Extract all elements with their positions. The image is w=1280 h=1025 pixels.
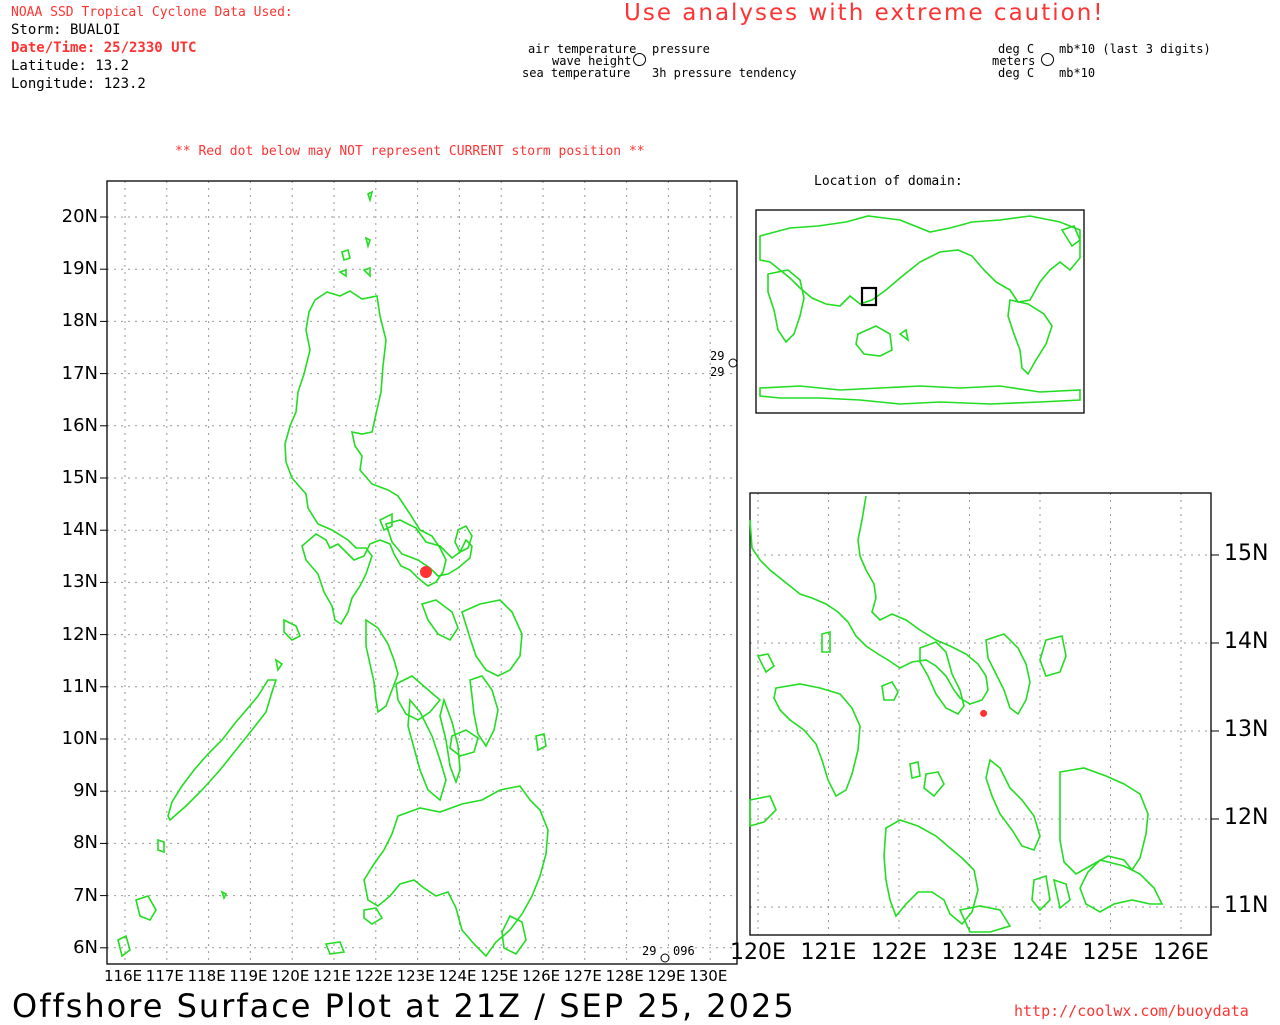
latitude-label: 18N xyxy=(61,310,98,332)
zoom-longitude-label: 120E xyxy=(730,940,786,965)
zoom-longitude-label: 124E xyxy=(1012,940,1068,965)
latitude-label: 10N xyxy=(61,728,98,749)
station-observation-south xyxy=(660,953,670,963)
zoom-latitude-label: 11N xyxy=(1224,893,1269,918)
zoom-latitude-label: 15N xyxy=(1224,541,1269,566)
zoom-longitude-label: 126E xyxy=(1153,940,1209,965)
plot-title: Offshore Surface Plot at 21Z / SEP 25, 2… xyxy=(12,987,796,1025)
latitude-label: 11N xyxy=(61,675,98,697)
obs-east-air-temp: 29 xyxy=(710,349,725,363)
world-map-frame xyxy=(755,209,1085,414)
latitude-label: 19N xyxy=(61,258,98,280)
location-map-title: Location of domain: xyxy=(814,174,963,189)
longitude-label: 124E xyxy=(438,967,477,985)
obs-east-sea-temp: 29 xyxy=(710,365,725,379)
philippines-coastline xyxy=(117,190,549,958)
latitude-label: 6N xyxy=(73,936,98,958)
longitude-label: 127E xyxy=(563,967,602,985)
zoom-longitude-label: 125E xyxy=(1082,940,1139,965)
zoom-longitude-label: 122E xyxy=(871,940,927,965)
zoom-latitude-label: 13N xyxy=(1224,717,1269,742)
longitude-label: 122E xyxy=(354,967,393,985)
zoom-storm-position-dot xyxy=(980,709,988,717)
zoom-latitude-label: 12N xyxy=(1224,805,1269,830)
latitude-label: 9N xyxy=(73,780,98,802)
longitude-label: 116E xyxy=(104,967,143,985)
longitude-label: 129E xyxy=(647,967,686,985)
main-map xyxy=(100,180,1219,965)
longitude-label: 128E xyxy=(605,967,644,985)
longitude-label: 119E xyxy=(229,967,268,985)
latitude-label: 20N xyxy=(61,206,98,227)
longitude-label: 120E xyxy=(271,967,310,985)
obs-south-air-temp: 29 xyxy=(642,944,657,958)
zoom-longitude-label: 123E xyxy=(941,940,998,965)
station-observation-east xyxy=(728,358,738,368)
longitude-label: 118E xyxy=(187,967,226,985)
longitude-label: 130E xyxy=(689,967,728,985)
latitude-label: 8N xyxy=(73,832,98,854)
zoom-coastline xyxy=(749,495,1164,933)
longitude-label: 126E xyxy=(522,967,561,985)
obs-south-pressure: 096 xyxy=(673,944,695,958)
latitude-label: 7N xyxy=(73,884,98,906)
longitude-label: 125E xyxy=(480,967,519,985)
latitude-label: 16N xyxy=(61,414,98,436)
longitude-label: 121E xyxy=(313,967,352,985)
latitude-label: 15N xyxy=(61,467,98,488)
zoom-longitude-label: 121E xyxy=(800,940,857,965)
zoom-latitude-label: 14N xyxy=(1224,629,1269,654)
storm-position-dot xyxy=(419,565,432,578)
world-coastline xyxy=(759,215,1081,405)
longitude-label: 123E xyxy=(396,967,435,985)
latitude-label: 13N xyxy=(61,571,98,593)
main-map-grid xyxy=(100,181,737,964)
latitude-label: 12N xyxy=(61,623,98,645)
latitude-label: 14N xyxy=(61,519,98,541)
source-url-link[interactable]: http://coolwx.com/buoydata xyxy=(1014,1002,1249,1020)
latitude-label: 17N xyxy=(61,362,98,384)
longitude-label: 117E xyxy=(145,967,184,985)
